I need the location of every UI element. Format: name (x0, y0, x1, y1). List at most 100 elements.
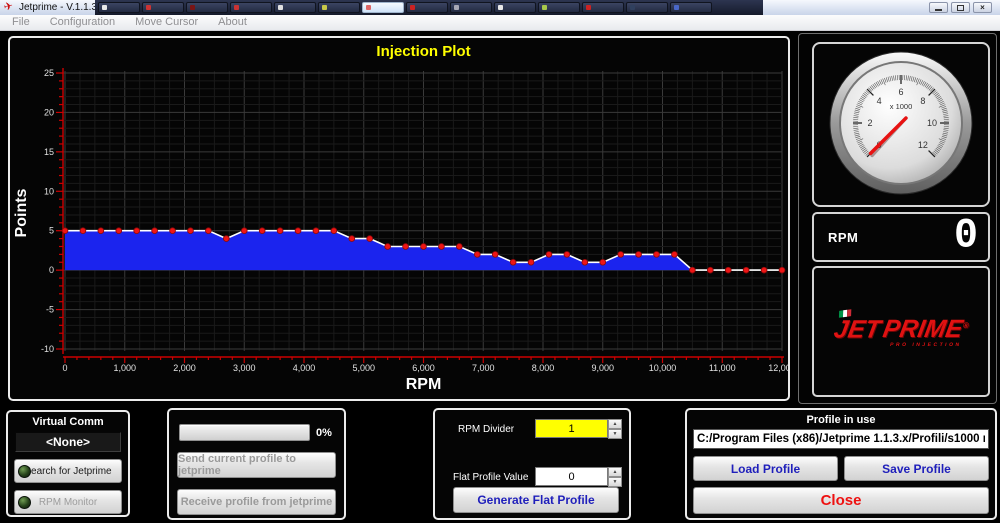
comm-port-select[interactable]: <None> (15, 432, 121, 452)
taskbar-window-button[interactable] (494, 2, 536, 13)
taskbar-window-button[interactable] (98, 2, 140, 13)
svg-text:3,000: 3,000 (233, 363, 256, 373)
tachometer-panel: 024681012x 1000 (812, 42, 990, 207)
close-button[interactable]: × (973, 2, 992, 13)
taskbar-app-icon (234, 5, 239, 10)
svg-text:5,000: 5,000 (352, 363, 375, 373)
svg-text:2,000: 2,000 (173, 363, 196, 373)
profile-path-input[interactable] (693, 429, 989, 449)
taskbar-window-button[interactable] (186, 2, 228, 13)
svg-text:0: 0 (49, 265, 54, 275)
save-profile-button[interactable]: Save Profile (844, 456, 989, 481)
taskbar-app-icon (630, 5, 635, 10)
maximize-button[interactable] (951, 2, 970, 13)
svg-text:11,000: 11,000 (709, 363, 736, 373)
svg-text:-5: -5 (46, 305, 54, 315)
taskbar-app-icon (586, 5, 591, 10)
injection-plot-panel: -10-5051015202501,0002,0003,0004,0005,00… (8, 36, 790, 401)
taskbar-app-icon (498, 5, 503, 10)
load-profile-button[interactable]: Load Profile (693, 456, 838, 481)
menu-configuration[interactable]: Configuration (40, 15, 125, 30)
taskbar-app-icon (322, 5, 327, 10)
spinner-up-icon[interactable]: ▲ (608, 467, 622, 477)
taskbar-window-button[interactable] (318, 2, 360, 13)
rpm-monitor-button[interactable]: RPM Monitor (14, 490, 122, 514)
close-app-button[interactable]: Close (693, 487, 989, 514)
taskbar-window-button[interactable] (230, 2, 272, 13)
flat-profile-value-spinner[interactable]: ▲ ▼ (608, 467, 622, 486)
taskbar-app-icon (366, 5, 371, 10)
spinner-up-icon[interactable]: ▲ (608, 419, 622, 429)
taskbar-window-button[interactable] (362, 2, 404, 13)
profile-in-use-title: Profile in use (687, 414, 995, 426)
taskbar-window-button[interactable] (142, 2, 184, 13)
svg-text:8: 8 (920, 96, 925, 106)
svg-text:10: 10 (927, 118, 937, 128)
taskbar-window-button[interactable] (626, 2, 668, 13)
svg-text:Points: Points (13, 188, 30, 237)
status-led-icon (18, 465, 31, 478)
title-bar: ✈ Jetprime - V.1.1.3.0 × (0, 0, 1000, 15)
menu-bar: File Configuration Move Cursor About (0, 15, 1000, 31)
window-title: Jetprime - V.1.1.3.0 (19, 0, 105, 15)
svg-text:15: 15 (44, 147, 54, 157)
spinner-down-icon[interactable]: ▼ (608, 429, 622, 439)
taskbar (95, 0, 763, 15)
taskbar-window-button[interactable] (274, 2, 316, 13)
logo-tagline: PRO INJECTION (831, 343, 962, 349)
rpm-monitor-label: RPM Monitor (39, 497, 97, 508)
minimize-button[interactable] (929, 2, 948, 13)
svg-text:10: 10 (44, 186, 54, 196)
svg-text:4: 4 (877, 96, 882, 106)
taskbar-window-button[interactable] (406, 2, 448, 13)
flat-profile-value-input[interactable] (535, 467, 608, 486)
rpm-divider-input[interactable] (535, 419, 608, 438)
svg-text:12: 12 (918, 140, 928, 150)
taskbar-window-button[interactable] (670, 2, 712, 13)
spinner-down-icon[interactable]: ▼ (608, 477, 622, 487)
svg-text:9,000: 9,000 (591, 363, 614, 373)
profile-in-use-panel: Profile in use Load Profile Save Profile… (685, 408, 997, 520)
rpm-display-label: RPM (828, 230, 858, 245)
generate-flat-profile-button[interactable]: Generate Flat Profile (453, 487, 619, 513)
svg-text:10,000: 10,000 (649, 363, 677, 373)
logo-prime-text: PRIME (881, 316, 965, 344)
menu-move-cursor[interactable]: Move Cursor (125, 15, 208, 30)
rpm-divider-label: RPM Divider (458, 424, 514, 435)
logo-registered-mark: ® (962, 321, 969, 330)
jetprime-logo: JETPRIME® PRO INJECTION (831, 314, 971, 348)
taskbar-window-button[interactable] (582, 2, 624, 13)
svg-text:8,000: 8,000 (532, 363, 555, 373)
rpm-divider-spinner[interactable]: ▲ ▼ (608, 419, 622, 438)
taskbar-app-icon (102, 5, 107, 10)
taskbar-window-button[interactable] (538, 2, 580, 13)
virtual-comm-panel: Virtual Comm <None> Search for Jetprime … (6, 410, 130, 517)
logo-jet-text: JET (832, 316, 883, 344)
svg-text:25: 25 (44, 68, 54, 78)
taskbar-app-icon (674, 5, 679, 10)
svg-text:6,000: 6,000 (412, 363, 435, 373)
menu-about[interactable]: About (208, 15, 257, 30)
minimize-icon (935, 9, 942, 11)
svg-text:20: 20 (44, 107, 54, 117)
flat-profile-value-label: Flat Profile Value (453, 472, 528, 483)
taskbar-app-icon (190, 5, 195, 10)
injection-plot-chart[interactable]: -10-5051015202501,0002,0003,0004,0005,00… (10, 38, 788, 399)
search-for-jetprime-button[interactable]: Search for Jetprime (14, 459, 122, 483)
taskbar-app-icon (454, 5, 459, 10)
rpm-display-value: 0 (954, 215, 978, 259)
svg-text:-10: -10 (41, 344, 54, 354)
taskbar-app-icon (278, 5, 283, 10)
svg-text:7,000: 7,000 (472, 363, 495, 373)
progress-bar (179, 424, 310, 441)
receive-profile-button[interactable]: Receive profile from jetprime (177, 489, 336, 515)
transfer-panel: 0% Send current profile to jetprime Rece… (167, 408, 346, 520)
taskbar-app-icon (542, 5, 547, 10)
svg-text:RPM: RPM (406, 376, 442, 393)
taskbar-window-button[interactable] (450, 2, 492, 13)
taskbar-app-icon (146, 5, 151, 10)
status-led-icon (18, 496, 31, 509)
send-profile-button[interactable]: Send current profile to jetprime (177, 452, 336, 478)
menu-file[interactable]: File (2, 15, 40, 30)
jetprime-app-window: ✈ Jetprime - V.1.1.3.0 × File Configurat… (0, 0, 1000, 523)
